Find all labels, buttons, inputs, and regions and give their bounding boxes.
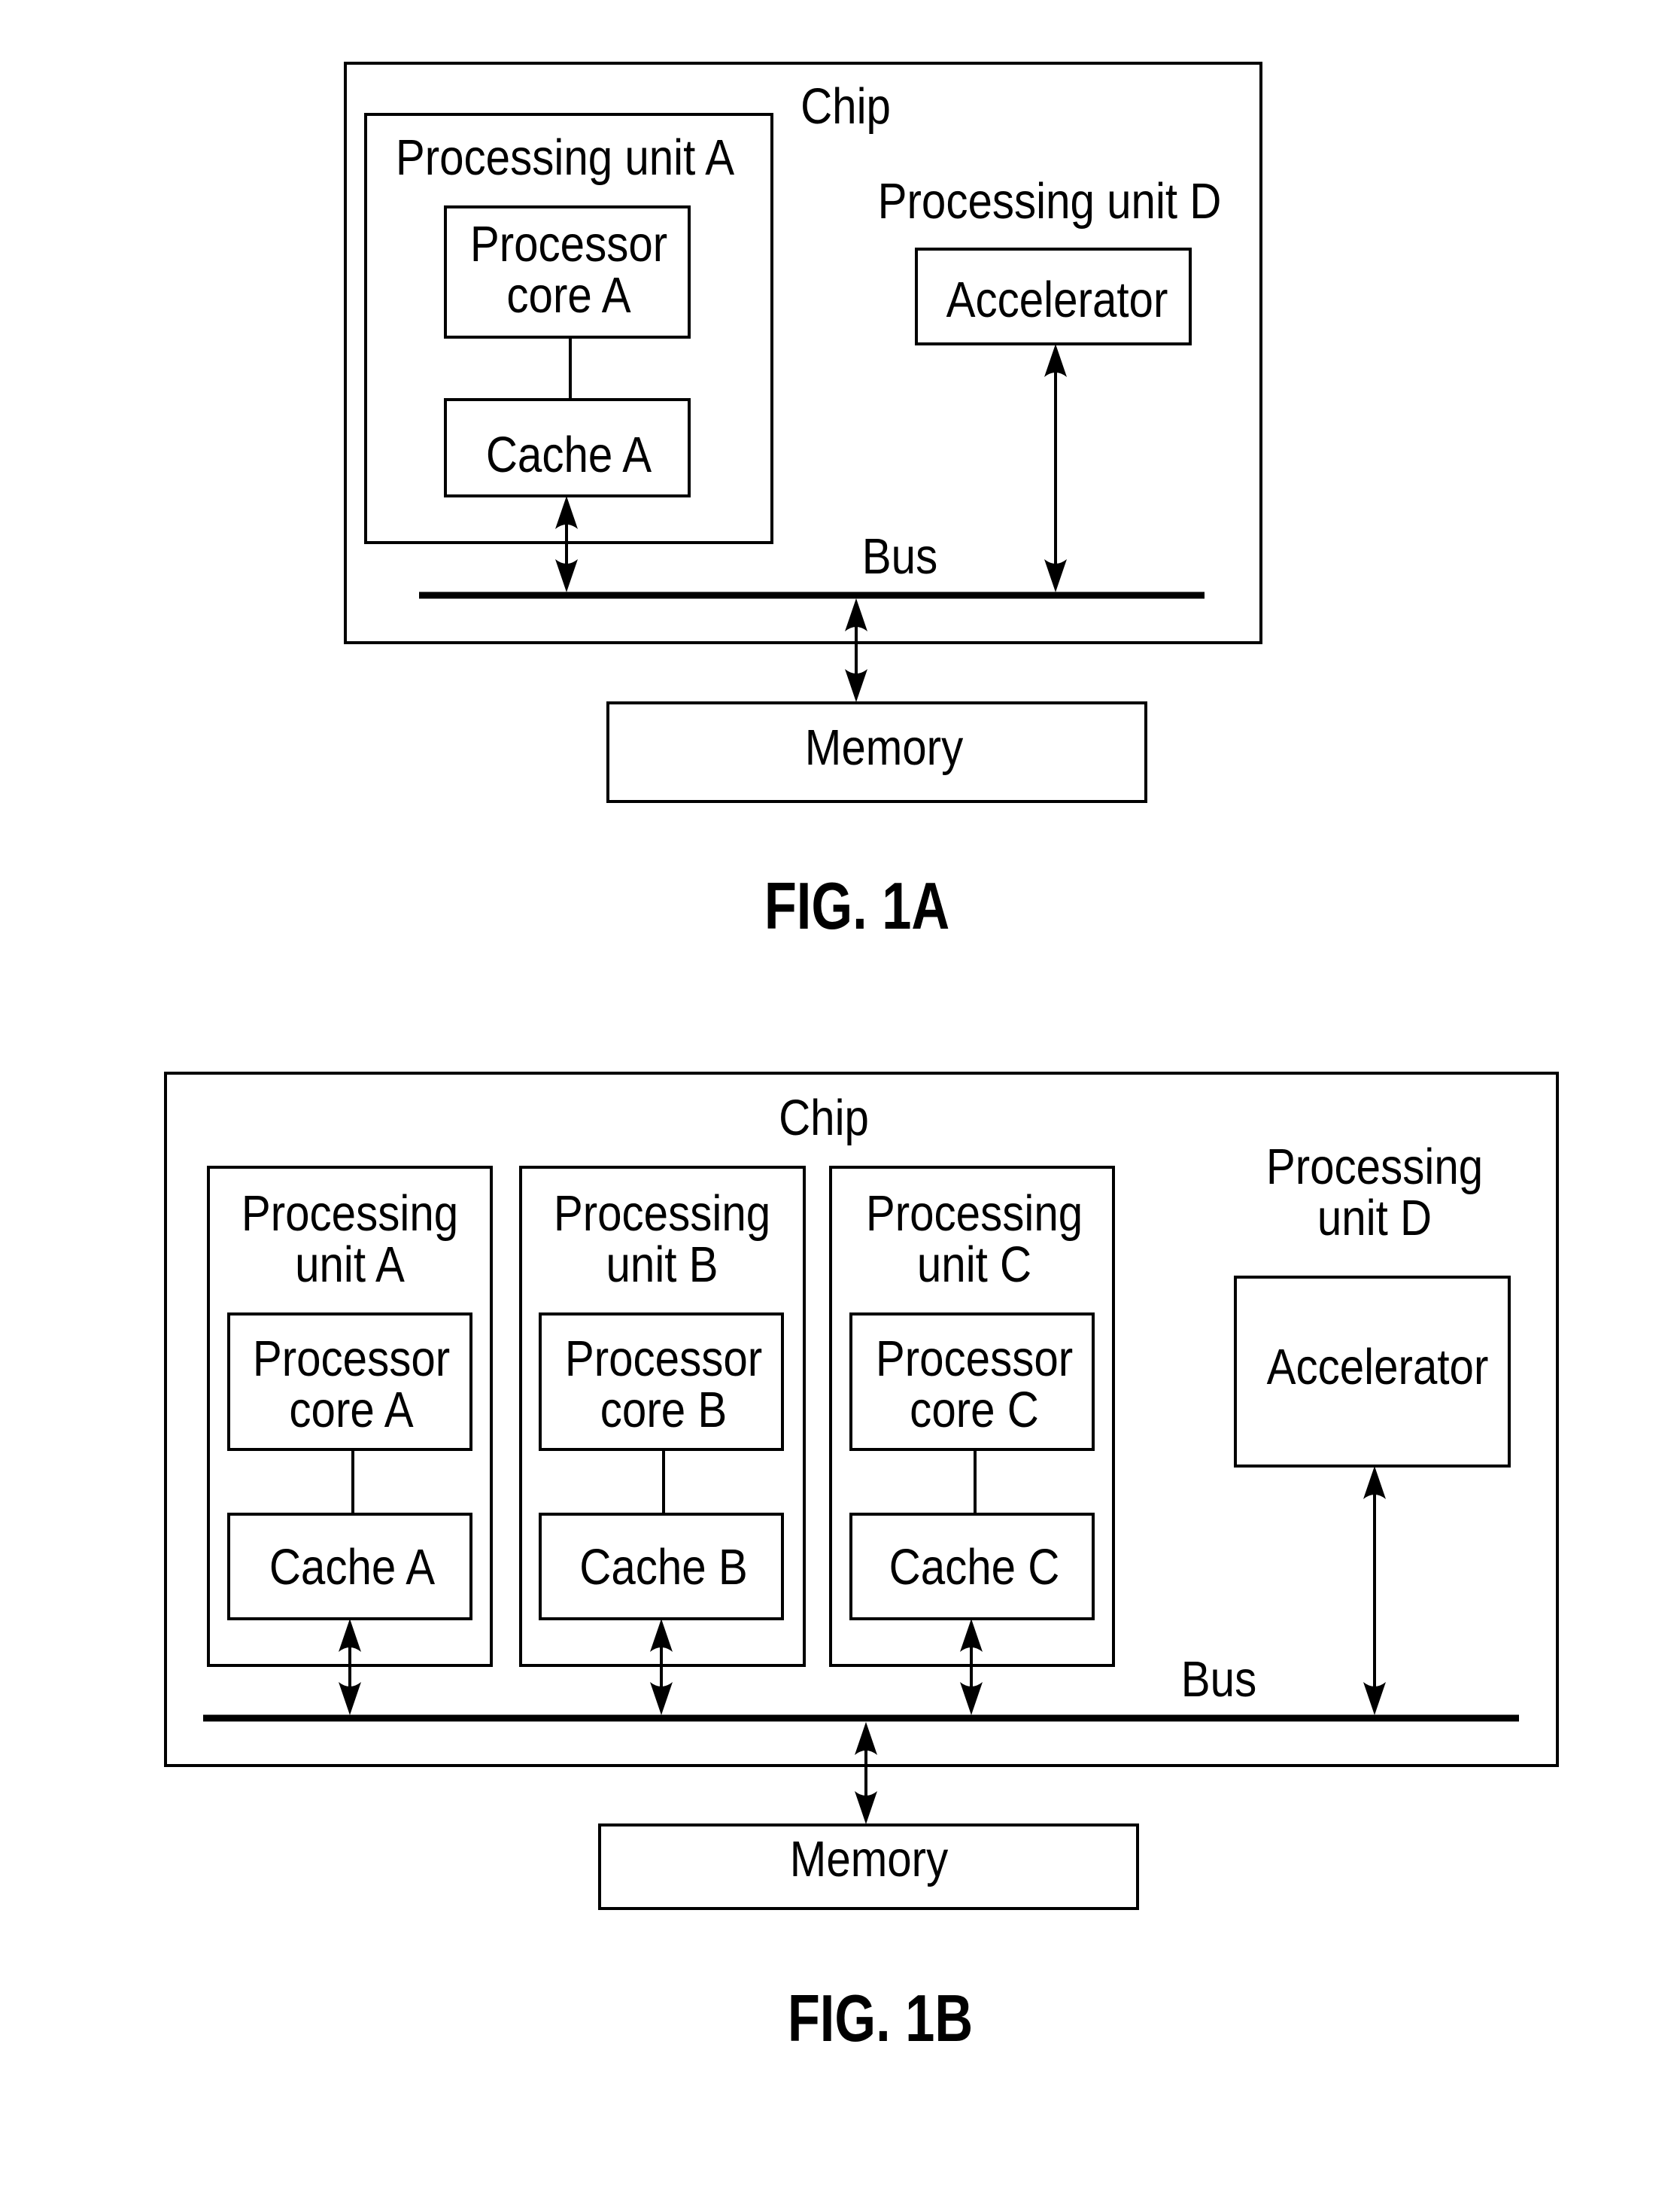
bus-label: Bus [1181, 1651, 1256, 1708]
processor-core-c-label-line2: core C [910, 1382, 1039, 1438]
processor-core-a-label-line2: core A [506, 267, 630, 324]
processor-core-a-label-line1: Processor [470, 216, 667, 272]
memory-label: Memory [790, 1831, 949, 1887]
processing-unit-b-label-line2: unit B [606, 1236, 718, 1293]
processing-unit-d-label-line2: unit D [1317, 1190, 1432, 1246]
processing-unit-a: Processing unit A Processor core A Cache… [207, 1166, 493, 1667]
processing-unit-b: Processing unit B Processor core B Cache… [519, 1166, 806, 1667]
processing-unit-a-label: Processing unit A [396, 129, 734, 186]
figure-caption: FIG. 1B [788, 1981, 973, 2055]
cache-a-label: Cache A [269, 1539, 435, 1595]
processing-unit-d: Processing unit D Accelerator [1234, 1139, 1511, 1468]
processor-core-a-label-line2: core A [289, 1382, 413, 1438]
processor-core-a-label-line1: Processor [253, 1331, 450, 1387]
cache-a-label: Cache A [486, 427, 652, 483]
processor-core-c-label-line1: Processor [876, 1331, 1073, 1387]
arrowhead-down-icon [845, 669, 867, 702]
processor-core-b-label-line2: core B [600, 1382, 727, 1438]
processing-unit-d-label: Processing unit D [878, 173, 1222, 230]
chip-label: Chip [779, 1090, 869, 1146]
cache-c-label: Cache C [889, 1539, 1060, 1595]
chip-label: Chip [801, 78, 891, 135]
patent-figure-sheet: Chip Processing unit A Processor core A … [164, 62, 1559, 2055]
arrowhead-down-icon [855, 1791, 877, 1824]
memory-label: Memory [805, 719, 964, 776]
accelerator-label: Accelerator [1267, 1339, 1489, 1395]
bus-label: Bus [862, 528, 937, 585]
processing-unit-c-label-line1: Processing [866, 1185, 1083, 1242]
processor-core-b-label-line1: Processor [565, 1331, 762, 1387]
figure-caption: FIG. 1A [764, 868, 949, 942]
accelerator-label: Accelerator [946, 272, 1168, 328]
processing-unit-c-label-line2: unit C [917, 1236, 1031, 1293]
cache-b-label: Cache B [579, 1539, 748, 1595]
figure-1b: Chip Processing unit A Processor core A … [164, 1072, 1559, 2055]
processing-unit-b-label-line1: Processing [554, 1185, 770, 1242]
processing-unit-d-label-line1: Processing [1266, 1139, 1483, 1195]
processing-unit-c: Processing unit C Processor core C Cache… [829, 1166, 1115, 1667]
processing-unit-a-label-line1: Processing [242, 1185, 458, 1242]
figure-1a: Chip Processing unit A Processor core A … [344, 62, 1262, 943]
processing-unit-a-label-line2: unit A [295, 1236, 405, 1293]
